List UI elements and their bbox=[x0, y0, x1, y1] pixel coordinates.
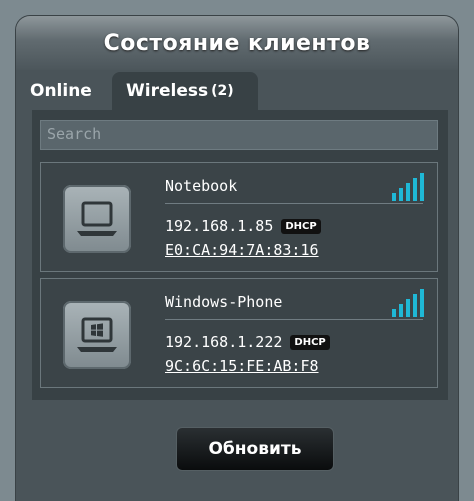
client-ip-value: 192.168.1.222 bbox=[165, 333, 283, 351]
tab-wireless-count: (2) bbox=[211, 83, 234, 99]
refresh-button[interactable]: Обновить bbox=[176, 427, 334, 471]
tab-wireless[interactable]: Wireless (2) bbox=[112, 72, 258, 110]
client-ip: 192.168.1.85 DHCP bbox=[165, 217, 321, 235]
tab-bar: Online Wireless (2) bbox=[18, 72, 258, 110]
panel-header: Состояние клиентов bbox=[16, 16, 458, 70]
client-mac-link[interactable]: E0:CA:94:7A:83:16 bbox=[165, 241, 319, 259]
panel-title: Состояние клиентов bbox=[103, 30, 371, 56]
client-ip-value: 192.168.1.85 bbox=[165, 217, 274, 235]
wifi-signal-icon bbox=[391, 289, 427, 317]
dhcp-badge: DHCP bbox=[281, 219, 321, 234]
divider bbox=[165, 203, 423, 204]
divider bbox=[165, 319, 423, 320]
wireless-client-list: Search Notebook 192.168.1.85 DHCP E0:CA:9… bbox=[32, 110, 448, 400]
search-input[interactable]: Search bbox=[40, 120, 438, 150]
windows-laptop-icon bbox=[63, 301, 131, 369]
tab-online[interactable]: Online bbox=[18, 72, 104, 110]
client-name: Windows-Phone bbox=[165, 293, 283, 311]
laptop-icon bbox=[63, 185, 131, 253]
tab-wireless-label: Wireless bbox=[126, 81, 209, 101]
tab-online-label: Online bbox=[30, 81, 92, 101]
client-mac-link[interactable]: 9C:6C:15:FE:AB:F8 bbox=[165, 357, 319, 375]
client-card: Notebook 192.168.1.85 DHCP E0:CA:94:7A:83… bbox=[40, 162, 438, 272]
client-ip: 192.168.1.222 DHCP bbox=[165, 333, 330, 351]
dhcp-badge: DHCP bbox=[290, 335, 330, 350]
client-card: Windows-Phone 192.168.1.222 DHCP 9C:6C:15… bbox=[40, 278, 438, 388]
wifi-signal-icon bbox=[391, 173, 427, 201]
client-name: Notebook bbox=[165, 177, 238, 195]
